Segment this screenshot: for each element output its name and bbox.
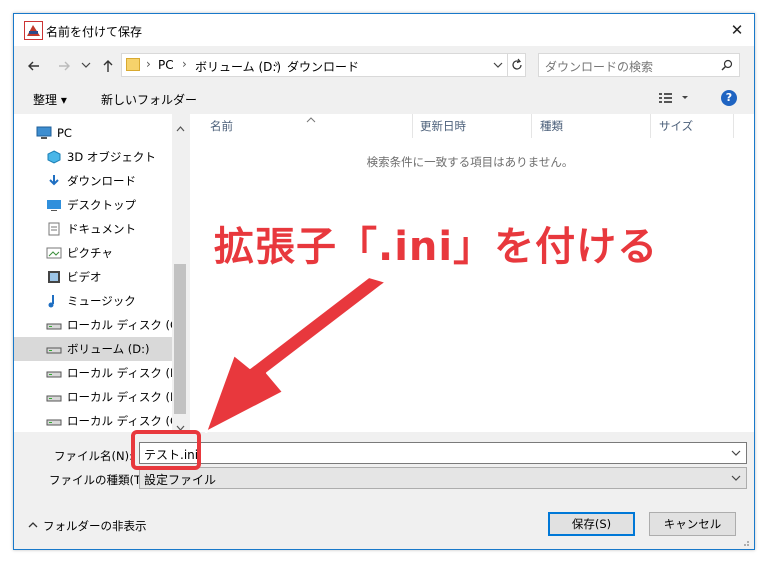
annotation-arrow — [205, 276, 387, 433]
annotation-callout-text: 拡張子「.ini」を付ける — [214, 224, 659, 270]
